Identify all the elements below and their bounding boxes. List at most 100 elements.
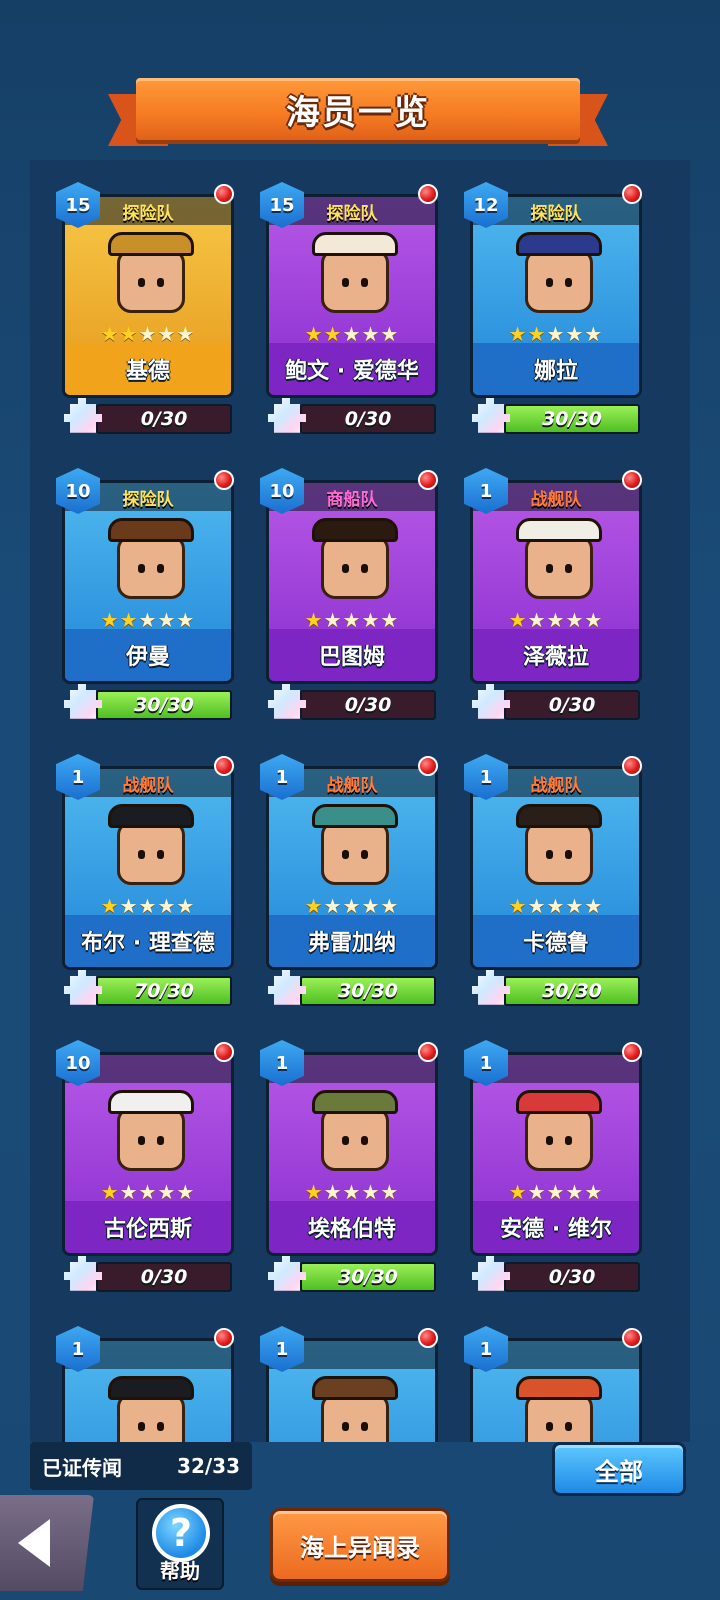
portrait-face [312,518,398,599]
red-notification-dot-icon [622,756,642,776]
portrait-eye [361,1422,368,1431]
puzzle-piece-icon [64,684,102,719]
puzzle-piece-icon [472,1256,510,1291]
crew-card[interactable]: 商船队 ★★★★★ 巴图姆 10 0/30 [260,468,440,720]
help-question-icon: ? [152,1504,210,1562]
portrait-eye [138,850,145,859]
portrait-hat [108,804,194,828]
portrait-eye [361,850,368,859]
portrait-eye [138,1422,145,1431]
crew-card[interactable]: ★★★★★ 古伦西斯 10 0/30 [56,1040,236,1292]
fragment-progress-bar: 0/30 [96,1262,232,1292]
portrait-eye [546,564,553,573]
star-rating: ★★★★★ [269,323,435,345]
fragment-progress-bar: 0/30 [300,690,436,720]
portrait-eye [546,1136,553,1145]
title-banner: 海员一览 [108,78,608,148]
filter-all-button[interactable]: 全部 [552,1442,686,1496]
portrait-eye [361,1136,368,1145]
back-button[interactable] [0,1495,94,1591]
fragment-progress-bar: 0/30 [96,404,232,434]
puzzle-piece-icon [268,1256,306,1291]
portrait-hat [108,1376,194,1400]
red-notification-dot-icon [622,1328,642,1348]
portrait-hat [516,518,602,542]
portrait-face [312,1376,398,1442]
red-notification-dot-icon [418,470,438,490]
fragment-progress-bar: 70/30 [96,976,232,1006]
crew-card[interactable]: 探险队 ★★★★★ 伊曼 10 30/30 [56,468,236,720]
crew-card[interactable]: 1 [464,1326,644,1442]
crew-card[interactable]: 1 [260,1326,440,1442]
portrait-face [108,1090,194,1171]
portrait-face [516,232,602,313]
sea-chronicle-button[interactable]: 海上异闻录 [270,1508,450,1582]
progress-text: 30/30 [542,980,602,1002]
progress-text: 30/30 [134,694,194,716]
progress-text: 0/30 [548,694,596,716]
portrait-hat [312,232,398,256]
card-frame: ★★★★★ 安德 · 维尔 [470,1052,642,1256]
red-notification-dot-icon [622,184,642,204]
portrait-eye [342,1136,349,1145]
crew-card[interactable]: 探险队 ★★★★★ 鲍文 · 爱德华 15 0/30 [260,182,440,434]
star-rating: ★★★★★ [65,895,231,917]
puzzle-piece-icon [64,1256,102,1291]
progress-text: 0/30 [140,408,188,430]
puzzle-piece-icon [472,970,510,1005]
crew-portrait [501,517,617,617]
crew-card[interactable]: 战舰队 ★★★★★ 弗雷加纳 1 30/30 [260,754,440,1006]
crew-card[interactable]: 战舰队 ★★★★★ 泽薇拉 1 0/30 [464,468,644,720]
star-rating: ★★★★★ [269,1181,435,1203]
star-rating: ★★★★★ [473,895,639,917]
crew-portrait [297,1375,413,1442]
red-notification-dot-icon [214,1328,234,1348]
portrait-face [516,1376,602,1442]
progress-text: 30/30 [338,1266,398,1288]
portrait-face [108,232,194,313]
crew-card[interactable]: 战舰队 ★★★★★ 卡德鲁 1 30/30 [464,754,644,1006]
portrait-face [108,518,194,599]
star-rating: ★★★★★ [473,1181,639,1203]
portrait-hat [312,1090,398,1114]
portrait-eye [138,278,145,287]
fragment-progress-bar: 30/30 [504,404,640,434]
red-notification-dot-icon [214,1042,234,1062]
puzzle-piece-icon [472,398,510,433]
crew-grid-panel[interactable]: 探险队 ★★★★★ 基德 15 0/30 探险队 ★★★★★ 鲍文 · 爱德华 15 0/30 探险… [30,160,690,1442]
red-notification-dot-icon [418,1328,438,1348]
crew-portrait [297,517,413,617]
crew-card[interactable]: 1 [56,1326,236,1442]
crew-card[interactable]: ★★★★★ 埃格伯特 1 30/30 [260,1040,440,1292]
portrait-eye [546,1422,553,1431]
portrait-eye [546,850,553,859]
portrait-hat [108,1090,194,1114]
help-button[interactable]: ? 帮助 [136,1498,224,1590]
portrait-hat [516,1090,602,1114]
portrait-hat [312,804,398,828]
red-notification-dot-icon [418,756,438,776]
portrait-face [312,1090,398,1171]
fragment-progress-bar: 30/30 [300,1262,436,1292]
portrait-hat [516,1376,602,1400]
puzzle-piece-icon [268,970,306,1005]
crew-name: 泽薇拉 [473,629,639,681]
progress-text: 70/30 [134,980,194,1002]
page-title: 海员一览 [286,92,430,133]
crew-card[interactable]: 探险队 ★★★★★ 娜拉 12 30/30 [464,182,644,434]
portrait-eye [157,1136,164,1145]
star-rating: ★★★★★ [473,609,639,631]
crew-name: 卡德鲁 [473,915,639,967]
crew-card[interactable]: ★★★★★ 安德 · 维尔 1 0/30 [464,1040,644,1292]
crew-portrait [501,1375,617,1442]
crew-card[interactable]: 战舰队 ★★★★★ 布尔 · 理查德 1 70/30 [56,754,236,1006]
fragment-progress-bar: 30/30 [96,690,232,720]
rumor-count: 32/33 [177,1454,240,1478]
portrait-eye [565,850,572,859]
star-rating: ★★★★★ [65,1181,231,1203]
rumor-label: 已证传闻 [42,1455,122,1480]
card-frame: 战舰队 ★★★★★ 布尔 · 理查德 [62,766,234,970]
portrait-face [312,804,398,885]
progress-text: 0/30 [344,408,392,430]
crew-card[interactable]: 探险队 ★★★★★ 基德 15 0/30 [56,182,236,434]
